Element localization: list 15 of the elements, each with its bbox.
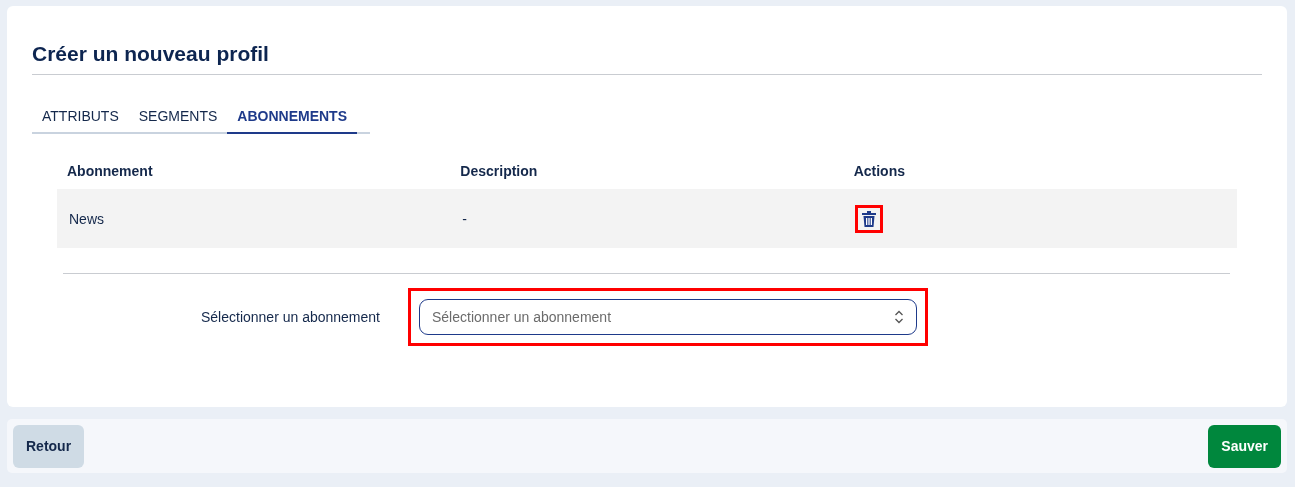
field-label: Sélectionner un abonnement bbox=[199, 309, 381, 325]
tab[interactable]: SEGMENTS bbox=[128, 102, 228, 134]
chevrons-icon bbox=[894, 309, 904, 325]
table-cell: News bbox=[69, 210, 104, 227]
column-header: Actions bbox=[852, 162, 905, 179]
column-header: Abonnement bbox=[66, 162, 153, 179]
select-field[interactable]: Sélectionner un abonnement bbox=[419, 299, 917, 335]
trash-icon[interactable] bbox=[861, 210, 876, 227]
save-button[interactable]: Sauver bbox=[1208, 424, 1281, 468]
column-header: Description bbox=[459, 162, 538, 179]
table-cell: - bbox=[462, 210, 467, 227]
tab[interactable]: ABONNEMENTS bbox=[227, 102, 357, 134]
page-title: Créer un nouveau profil bbox=[32, 41, 270, 67]
tab[interactable]: ATTRIBUTS bbox=[32, 102, 129, 134]
back-button[interactable]: Retour bbox=[13, 424, 85, 468]
